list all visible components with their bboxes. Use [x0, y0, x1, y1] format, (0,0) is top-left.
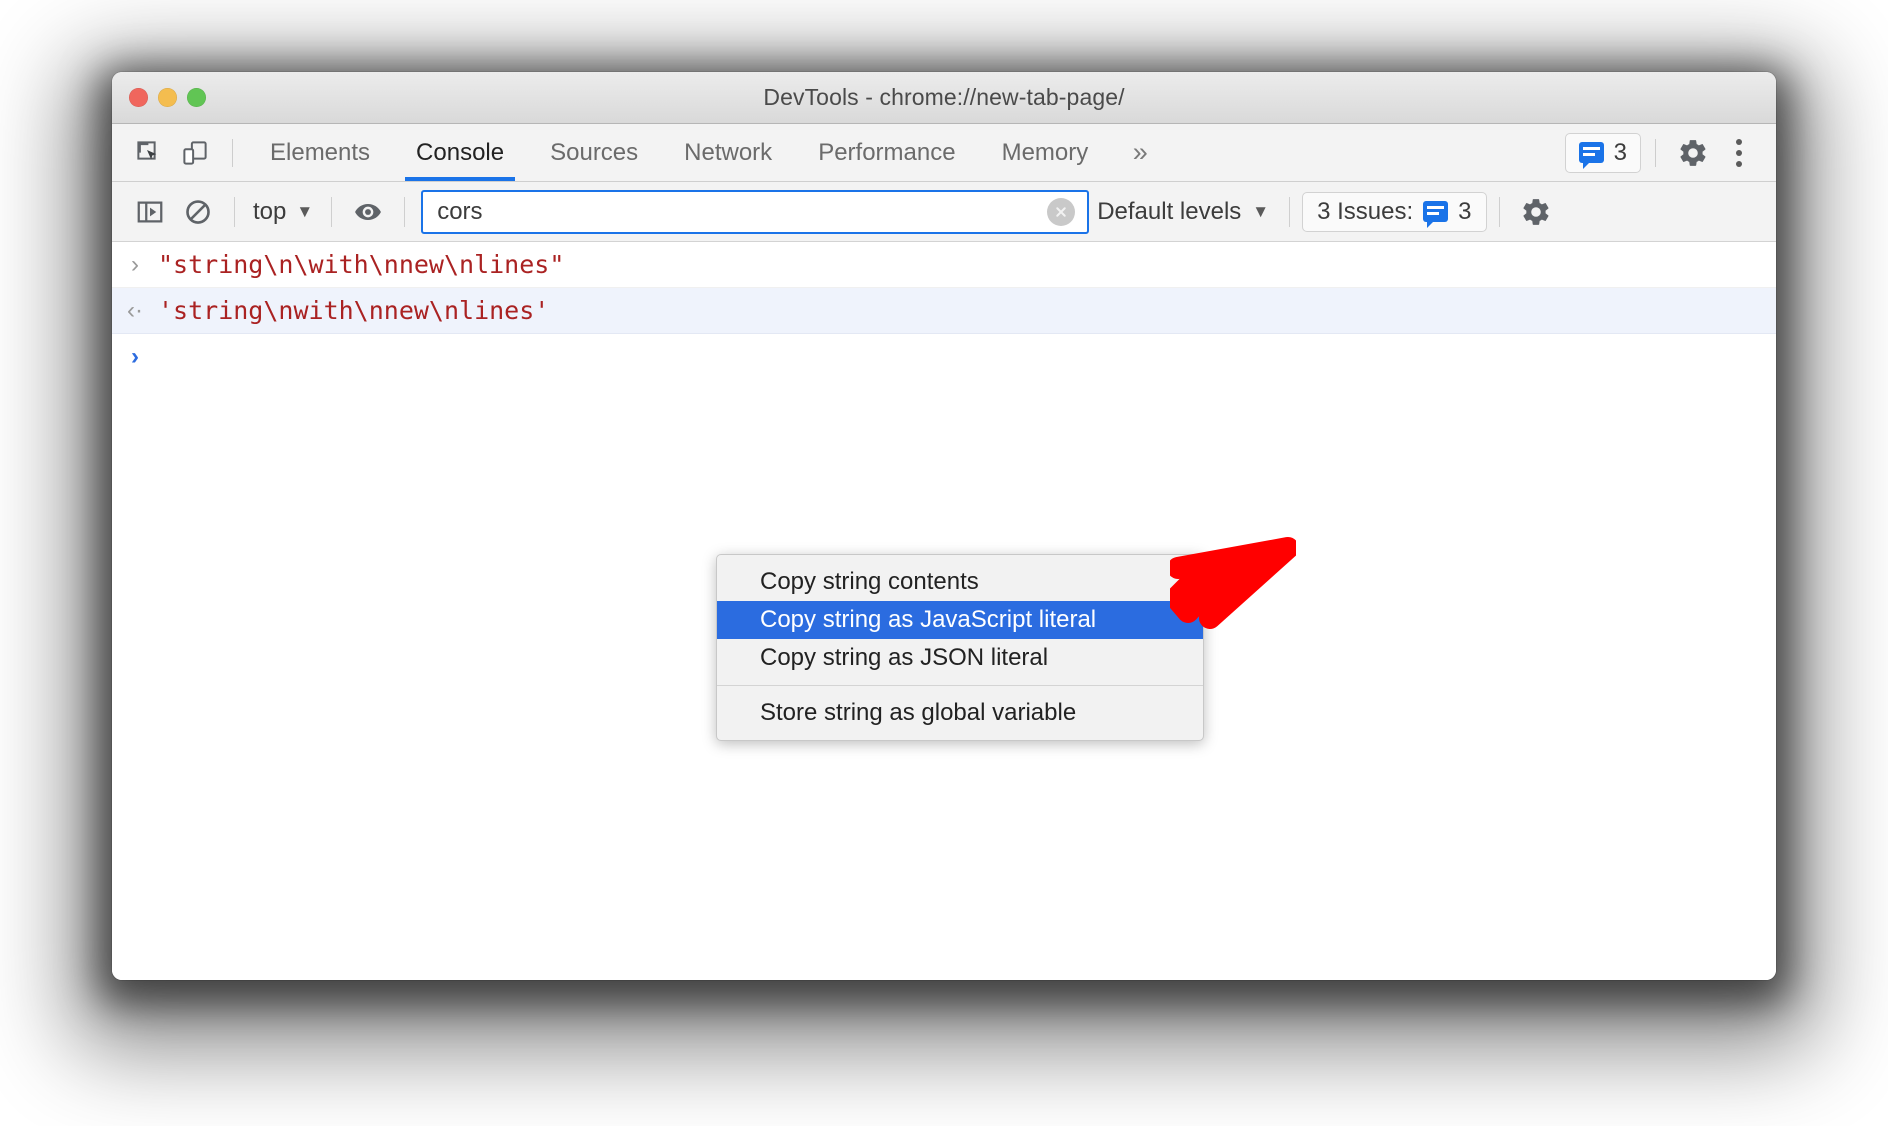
- filter-toolbar-divider: [331, 196, 333, 227]
- search-input[interactable]: [423, 191, 1088, 232]
- tab-network[interactable]: Network: [661, 124, 795, 181]
- menu-item-label: Store string as global variable: [760, 699, 1077, 726]
- menu-item-label: Copy string as JSON literal: [760, 644, 1049, 671]
- more-tabs-label: »: [1132, 137, 1148, 167]
- traffic-light-group: [129, 88, 206, 107]
- filter-toolbar-divider: [234, 196, 235, 227]
- panel-tab-list: Elements Console Sources Network Perform…: [247, 124, 1169, 181]
- issues-bubble-icon: [1423, 201, 1449, 228]
- issues-count-label: 3: [1613, 138, 1627, 166]
- execution-context-value: top: [253, 197, 287, 225]
- filter-toolbar-divider: [404, 196, 406, 227]
- string-context-menu[interactable]: Copy string contents Copy string as Java…: [716, 554, 1204, 741]
- console-prompt-glyph-icon: ›: [131, 343, 139, 370]
- tab-memory[interactable]: Memory: [979, 124, 1112, 181]
- tab-label: Sources: [550, 138, 639, 166]
- chevron-down-icon: ▼: [1252, 201, 1270, 221]
- console-result-glyph-icon: ‹·: [127, 297, 143, 324]
- menu-item-copy-string-contents[interactable]: Copy string contents: [717, 563, 1203, 601]
- tab-performance[interactable]: Performance: [795, 124, 978, 181]
- more-tabs-chevron-icon[interactable]: »: [1111, 124, 1169, 181]
- filter-toolbar-divider: [1498, 196, 1500, 227]
- log-levels-label: Default levels: [1097, 197, 1242, 225]
- issues-summary-count: 3: [1458, 197, 1472, 225]
- console-input-row[interactable]: › "string\n\with\nnew\nlines": [112, 242, 1776, 288]
- console-message-list[interactable]: › "string\n\with\nnew\nlines" ‹· 'string…: [112, 242, 1776, 980]
- window-titlebar: DevTools - chrome://new-tab-page/: [112, 72, 1776, 124]
- live-expression-icon[interactable]: [344, 190, 392, 234]
- console-filter-field[interactable]: [421, 189, 1090, 234]
- chevron-down-icon: ▼: [296, 201, 314, 221]
- console-prompt-row[interactable]: ›: [112, 334, 1776, 380]
- tab-label: Elements: [270, 138, 371, 166]
- gear-icon[interactable]: [1512, 190, 1560, 234]
- menu-item-copy-as-json-literal[interactable]: Copy string as JSON literal: [717, 639, 1203, 677]
- console-sidebar-icon[interactable]: [126, 190, 174, 234]
- console-result-row[interactable]: ‹· 'string\nwith\nnew\nlines': [112, 288, 1776, 334]
- menu-item-label: Copy string contents: [760, 568, 979, 595]
- tab-elements[interactable]: Elements: [247, 124, 393, 181]
- devtools-main-toolbar: Elements Console Sources Network Perform…: [112, 124, 1776, 182]
- toolbar-divider: [1655, 138, 1656, 167]
- menu-item-copy-as-js-literal[interactable]: Copy string as JavaScript literal: [717, 601, 1203, 639]
- tab-console[interactable]: Console: [393, 124, 527, 181]
- zoom-window-button[interactable]: [187, 88, 206, 107]
- execution-context-selector[interactable]: top ▼: [247, 198, 319, 226]
- tab-label: Memory: [1001, 138, 1089, 166]
- issues-summary-button[interactable]: 3 Issues: 3: [1302, 191, 1487, 232]
- issues-summary-label: 3 Issues:: [1317, 197, 1414, 225]
- console-input-glyph-icon: ›: [131, 251, 139, 278]
- tab-label: Performance: [818, 138, 956, 166]
- issues-counter-button[interactable]: 3: [1564, 132, 1641, 173]
- screenshot-root: DevTools - chrome://new-tab-page/ Elemen…: [0, 0, 1888, 1126]
- close-window-button[interactable]: [129, 88, 148, 107]
- tab-sources[interactable]: Sources: [527, 124, 661, 181]
- clear-input-icon[interactable]: [1047, 197, 1076, 226]
- tab-label: Network: [684, 138, 773, 166]
- console-input-text: "string\n\with\nnew\nlines": [158, 250, 565, 279]
- gear-icon[interactable]: [1670, 132, 1716, 174]
- minimize-window-button[interactable]: [158, 88, 177, 107]
- log-levels-selector[interactable]: Default levels ▼: [1089, 198, 1277, 226]
- devtools-window: DevTools - chrome://new-tab-page/ Elemen…: [112, 72, 1776, 980]
- console-filter-toolbar: top ▼ De: [112, 182, 1776, 242]
- tab-label: Console: [416, 138, 505, 166]
- console-result-text: 'string\nwith\nnew\nlines': [158, 296, 550, 325]
- menu-separator: [717, 685, 1203, 686]
- menu-item-store-as-global[interactable]: Store string as global variable: [717, 694, 1203, 732]
- menu-item-label: Copy string as JavaScript literal: [760, 606, 1097, 633]
- toolbar-divider: [232, 138, 233, 167]
- filter-toolbar-divider: [1289, 196, 1291, 227]
- three-dot-menu-icon[interactable]: [1716, 132, 1762, 174]
- inspect-element-icon[interactable]: [126, 132, 172, 174]
- device-toolbar-icon[interactable]: [172, 132, 218, 174]
- clear-console-icon[interactable]: [174, 190, 222, 234]
- main-toolbar-right-group: 3: [1564, 132, 1776, 174]
- window-title: DevTools - chrome://new-tab-page/: [763, 84, 1125, 110]
- issues-bubble-icon: [1578, 142, 1604, 169]
